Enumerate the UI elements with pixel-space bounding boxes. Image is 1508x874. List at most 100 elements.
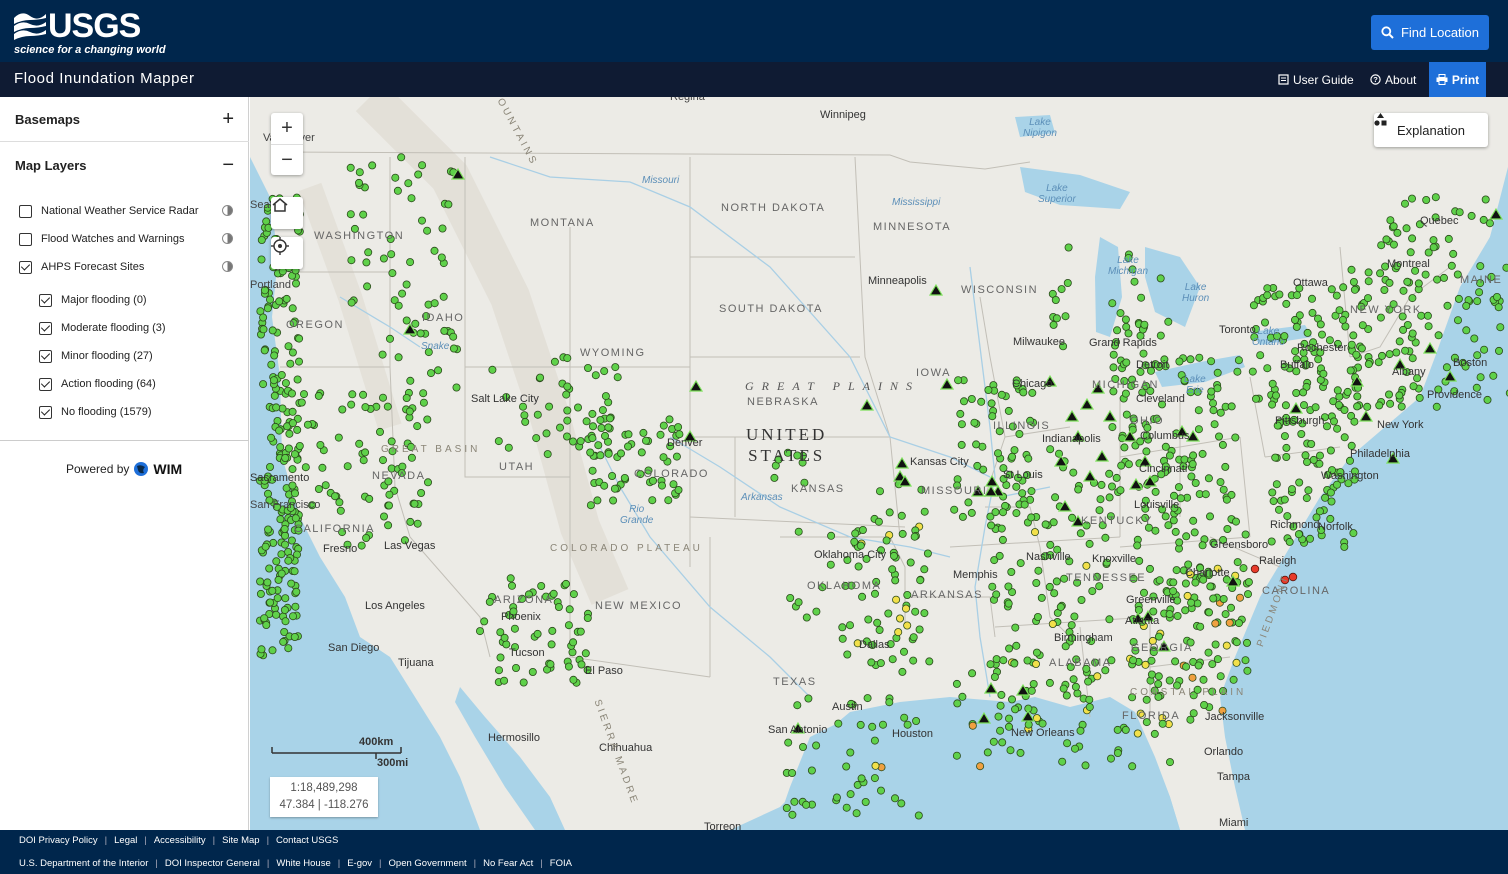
forecast-site-marker[interactable] — [794, 527, 803, 536]
forecast-site-marker[interactable] — [1165, 451, 1174, 460]
forecast-site-marker[interactable] — [611, 363, 620, 372]
forecast-site-marker[interactable] — [1433, 275, 1442, 284]
layer-flood-watches[interactable]: Flood Watches and Warnings — [19, 229, 233, 249]
forecast-site-marker[interactable] — [1309, 455, 1318, 464]
forecast-site-marker[interactable] — [355, 168, 364, 177]
ahps-sites-checkbox[interactable] — [19, 260, 32, 274]
user-guide-link[interactable]: User Guide — [1278, 62, 1354, 97]
forecast-site-marker[interactable] — [1156, 331, 1165, 340]
forecast-site-marker[interactable] — [802, 613, 811, 622]
forecast-site-marker[interactable] — [1292, 388, 1301, 397]
forecast-site-marker[interactable] — [1221, 462, 1230, 471]
forecast-site-marker[interactable] — [406, 376, 415, 385]
forecast-site-marker[interactable] — [1068, 513, 1077, 522]
forecast-site-marker[interactable] — [902, 604, 911, 613]
forecast-site-marker[interactable] — [413, 519, 422, 528]
forecast-site-marker[interactable] — [1101, 533, 1110, 542]
forecast-site-marker[interactable] — [1121, 315, 1130, 324]
forecast-site-marker[interactable] — [280, 605, 289, 614]
forecast-site-marker[interactable] — [542, 429, 551, 438]
forecast-site-marker[interactable] — [1175, 357, 1184, 366]
forecast-site-marker[interactable] — [605, 414, 614, 423]
forecast-site-marker[interactable] — [871, 761, 880, 770]
forecast-site-marker[interactable] — [1479, 215, 1488, 224]
forecast-site-marker[interactable] — [1467, 211, 1476, 220]
forecast-site-marker[interactable] — [1333, 480, 1342, 489]
forecast-site-marker[interactable] — [1135, 556, 1144, 565]
forecast-site-marker[interactable] — [1052, 314, 1061, 323]
forecast-site-marker[interactable] — [1165, 676, 1174, 685]
forecast-site-marker[interactable] — [1113, 749, 1122, 758]
forecast-site-marker[interactable] — [1020, 500, 1029, 509]
forecast-site-marker[interactable] — [604, 423, 613, 432]
forecast-site-marker[interactable] — [1401, 346, 1410, 355]
forecast-site-marker[interactable] — [992, 590, 1001, 599]
forecast-site-marker[interactable] — [641, 436, 650, 445]
forecast-site-marker[interactable] — [290, 567, 299, 576]
opacity-icon[interactable] — [222, 233, 233, 244]
forecast-site-marker[interactable] — [1222, 495, 1231, 504]
forecast-site-marker[interactable] — [1268, 400, 1277, 409]
forecast-site-marker[interactable] — [379, 254, 388, 263]
forecast-site-marker[interactable] — [1403, 277, 1412, 286]
forecast-site-marker[interactable] — [846, 748, 855, 757]
forecast-site-marker[interactable] — [480, 617, 489, 626]
forecast-site-marker[interactable] — [1282, 299, 1291, 308]
forecast-site-marker[interactable] — [858, 525, 867, 534]
forecast-site-marker[interactable] — [423, 226, 432, 235]
forecast-site-marker[interactable] — [1402, 224, 1411, 233]
forecast-site-marker[interactable] — [338, 405, 347, 414]
forecast-site-marker[interactable] — [362, 258, 371, 267]
forecast-site-marker[interactable] — [920, 565, 929, 574]
forecast-site-marker[interactable] — [793, 701, 802, 710]
forecast-site-marker[interactable] — [882, 536, 891, 545]
forecast-site-marker[interactable] — [790, 797, 799, 806]
forecast-site-marker[interactable] — [1421, 270, 1430, 279]
forecast-site-marker[interactable] — [874, 517, 883, 526]
forecast-site-marker[interactable] — [288, 348, 297, 357]
forecast-site-marker[interactable] — [986, 660, 995, 669]
forecast-site-marker[interactable] — [1073, 689, 1082, 698]
forecast-site-marker[interactable] — [1414, 279, 1423, 288]
forecast-site-marker[interactable] — [1291, 315, 1300, 324]
forecast-site-marker[interactable] — [914, 811, 923, 820]
forecast-site-marker[interactable] — [834, 719, 843, 728]
forecast-site-marker[interactable] — [1358, 321, 1367, 330]
forecast-site-marker[interactable] — [402, 393, 411, 402]
forecast-site-marker[interactable] — [1133, 541, 1142, 550]
forecast-site-marker[interactable] — [282, 294, 291, 303]
forecast-site-marker[interactable] — [608, 471, 617, 480]
forecast-site-marker[interactable] — [303, 420, 312, 429]
forecast-site-marker[interactable] — [1307, 439, 1316, 448]
forecast-site-marker[interactable] — [1182, 532, 1191, 541]
forecast-site-marker[interactable] — [1175, 538, 1184, 547]
forecast-site-marker[interactable] — [637, 448, 646, 457]
forecast-site-marker[interactable] — [1084, 677, 1093, 686]
forecast-site-marker[interactable] — [388, 269, 397, 278]
forecast-site-marker[interactable] — [1454, 316, 1463, 325]
forecast-site-marker[interactable] — [564, 621, 573, 630]
forecast-site-marker[interactable] — [1281, 401, 1290, 410]
forecast-site-marker[interactable] — [1231, 433, 1240, 442]
forecast-site-marker[interactable] — [426, 369, 435, 378]
forecast-site-marker[interactable] — [976, 762, 985, 771]
forecast-site-marker[interactable] — [994, 712, 1003, 721]
forecast-site-marker[interactable] — [488, 365, 497, 374]
forecast-site-marker[interactable] — [624, 430, 633, 439]
forecast-site-marker[interactable] — [1023, 656, 1032, 665]
forecast-site-marker[interactable] — [347, 256, 356, 265]
forecast-site-marker[interactable] — [1399, 286, 1408, 295]
forecast-site-marker[interactable] — [1223, 524, 1232, 533]
forecast-site-marker[interactable] — [1303, 457, 1312, 466]
forecast-site-marker[interactable] — [1306, 534, 1315, 543]
forecast-site-marker[interactable] — [1056, 602, 1065, 611]
forecast-site-marker[interactable] — [520, 411, 529, 420]
forecast-site-marker[interactable] — [896, 614, 905, 623]
forecast-site-marker[interactable] — [1164, 521, 1173, 530]
forecast-site-marker[interactable] — [1475, 288, 1484, 297]
forecast-site-marker[interactable] — [359, 390, 368, 399]
forecast-site-marker[interactable] — [1029, 680, 1038, 689]
forecast-site-marker[interactable] — [586, 501, 595, 510]
forecast-site-marker[interactable] — [1171, 527, 1180, 536]
forecast-site-marker[interactable] — [1150, 729, 1159, 738]
